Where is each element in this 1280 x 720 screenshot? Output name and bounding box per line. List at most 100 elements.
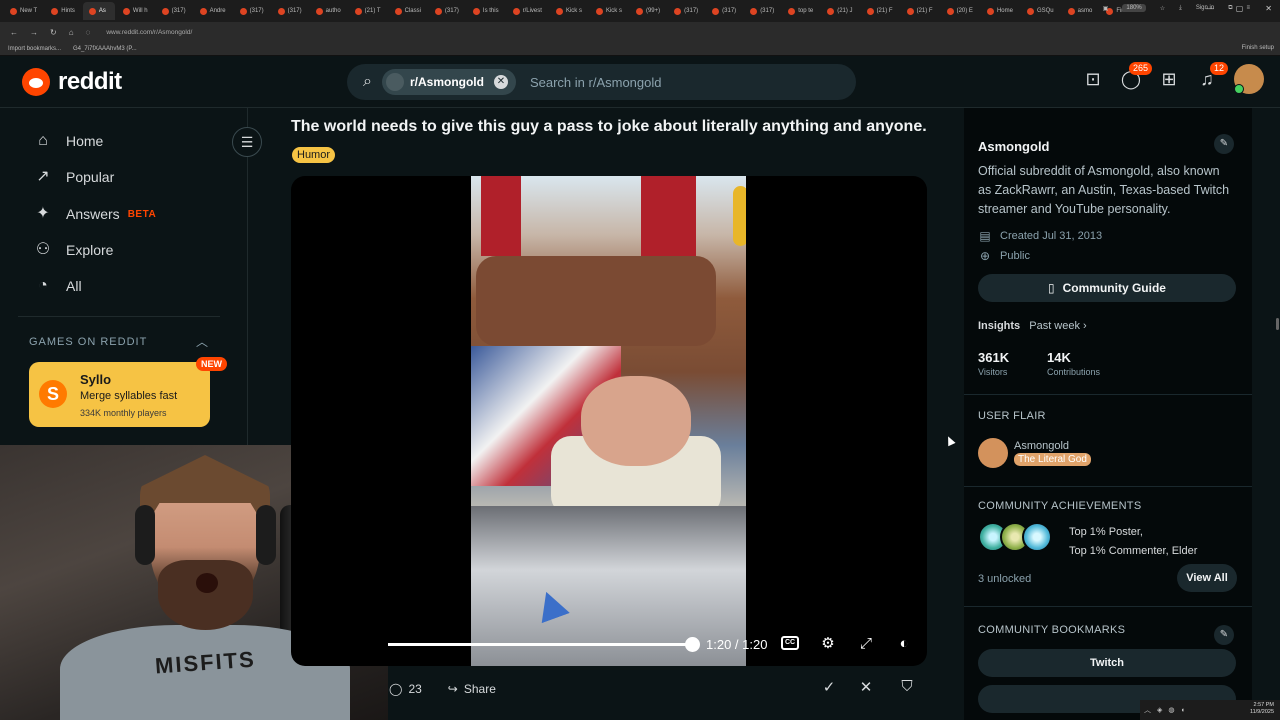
captions-icon[interactable]: CC — [781, 636, 799, 650]
visibility: ⊕ Public — [978, 249, 1030, 263]
home-browser-icon[interactable]: ⌂ — [69, 28, 74, 37]
browser-tab[interactable]: (21) F — [901, 2, 939, 20]
tab-favicon-icon — [88, 7, 96, 15]
achievement-icons[interactable] — [978, 522, 1052, 552]
community-guide-button[interactable]: ▯ Community Guide — [978, 274, 1236, 302]
speaker-icon[interactable]: ◖ — [1181, 707, 1185, 714]
browser-tab[interactable]: (21) T — [349, 2, 387, 20]
browser-tab[interactable]: (99+) — [630, 2, 666, 20]
finish-setup-button[interactable]: Finish setup — [1242, 45, 1274, 51]
browser-tab[interactable]: (317) — [234, 2, 270, 20]
browser-tab[interactable]: (317) — [706, 2, 742, 20]
browser-tab[interactable]: autho — [310, 2, 347, 20]
browser-tab[interactable]: Kick s — [590, 2, 628, 20]
browser-tab[interactable]: r/Livest — [507, 2, 548, 20]
mod-shield-icon[interactable]: ⛉ — [897, 678, 917, 695]
translate-icon[interactable]: ▣ — [1103, 5, 1109, 12]
flair-username[interactable]: Asmongold — [1014, 440, 1069, 452]
shield-icon[interactable]: ◌ — [86, 28, 91, 37]
browser-tab[interactable]: (317) — [744, 2, 780, 20]
bookmark-item[interactable]: G4_7i7fXAAAhvM3 (P... — [73, 46, 137, 52]
comments-button[interactable]: ◯ 23 — [389, 682, 422, 696]
sidebar-item-explore[interactable]: ⚇ Explore — [34, 241, 114, 259]
reload-icon[interactable]: ↻ — [50, 28, 57, 37]
view-all-button[interactable]: View All — [1177, 564, 1237, 592]
browser-tab[interactable]: asmo — [1062, 2, 1099, 20]
syllo-game-card[interactable]: S Syllo Merge syllables fast 334K monthl… — [29, 362, 210, 427]
browser-tab[interactable]: Andre — [194, 2, 232, 20]
community-description: Official subreddit of Asmongold, also kn… — [978, 164, 1230, 216]
close-window-icon[interactable]: ✕ — [1265, 4, 1272, 13]
chevron-up-icon[interactable]: ︿ — [196, 333, 208, 350]
back-icon[interactable]: ← — [10, 28, 18, 37]
browser-tab[interactable]: (21) F — [861, 2, 899, 20]
sign-in-button[interactable]: Sign in — [1196, 5, 1214, 11]
bookmark-item[interactable]: Import bookmarks... — [8, 46, 61, 52]
tray-chevron-icon[interactable]: ︿ — [1144, 705, 1151, 715]
download-icon[interactable]: ⤓ — [1179, 5, 1182, 12]
browser-tab[interactable]: (317) — [668, 2, 704, 20]
flair-tag[interactable]: The Literal God — [1014, 453, 1091, 466]
clear-chip-icon[interactable]: ✕ — [493, 75, 508, 89]
network-icon[interactable]: ◍ — [1168, 706, 1174, 714]
clock[interactable]: 2:57 PM 11/9/2025 — [1250, 702, 1274, 716]
menu-icon[interactable]: ≡ — [1246, 5, 1250, 11]
tab-favicon-icon — [635, 7, 643, 15]
browser-tab[interactable]: Will h — [117, 2, 154, 20]
collapse-sidebar-button[interactable]: ☰ — [232, 127, 262, 157]
sidebar-item-answers[interactable]: ✦ Answers BETA — [34, 205, 156, 223]
browser-tab[interactable]: Is this — [467, 2, 505, 20]
fullscreen-icon[interactable]: ⤢ — [855, 633, 877, 655]
zoom-level[interactable]: 180% — [1122, 4, 1146, 12]
post-flair[interactable]: Humor — [292, 147, 336, 163]
browser-tab[interactable]: (20) E — [941, 2, 979, 20]
remove-icon[interactable]: ✕ — [856, 678, 876, 696]
browser-tab[interactable]: New T — [4, 2, 43, 20]
bookmark-star-icon[interactable]: ☆ — [1160, 5, 1165, 12]
advertise-icon[interactable]: ⊡ — [1082, 68, 1104, 90]
games-section-header[interactable]: GAMES ON REDDIT — [29, 336, 147, 348]
browser-tab[interactable]: (21) J — [821, 2, 858, 20]
browser-tab[interactable]: Classi — [389, 2, 427, 20]
insights-row[interactable]: Insights Past week › — [978, 320, 1087, 332]
page-scrollbar[interactable] — [1276, 318, 1279, 330]
browser-tab[interactable]: Home — [981, 2, 1019, 20]
twitch-bookmark-button[interactable]: Twitch — [978, 649, 1236, 677]
notifications-icon[interactable]: ♫ 12 — [1196, 62, 1228, 90]
sidebar-item-home[interactable]: ⌂ Home — [34, 132, 103, 150]
edit-bookmarks-icon[interactable]: ✎ — [1214, 625, 1234, 645]
browser-tab[interactable]: top te — [782, 2, 819, 20]
subreddit-chip[interactable]: r/Asmongold ✕ — [381, 69, 516, 95]
browser-tab[interactable]: GSQu — [1021, 2, 1060, 20]
extensions-icon[interactable]: ⧉ — [1228, 5, 1232, 12]
sidebar-item-popular[interactable]: ↗ Popular — [34, 168, 114, 186]
sidebar-item-all[interactable]: ◔ All — [34, 277, 81, 295]
video-player[interactable]: 1:20 / 1:20 CC ⚙ ⤢ ◐ — [291, 176, 927, 666]
search-bar[interactable]: ⌕ r/Asmongold ✕ Search in r/Asmongold — [347, 64, 856, 100]
approve-icon[interactable]: ✓ — [819, 678, 839, 696]
browser-tab[interactable]: (317) — [429, 2, 465, 20]
browser-tab[interactable]: (317) — [156, 2, 192, 20]
volume-icon[interactable]: ◐ — [893, 633, 915, 655]
tab-label: top te — [798, 8, 814, 14]
browser-tab[interactable]: (317) — [272, 2, 308, 20]
video-time: 1:20 / 1:20 — [706, 637, 768, 652]
video-scrubber-handle[interactable] — [685, 637, 700, 652]
user-avatar[interactable] — [1234, 64, 1264, 94]
settings-gear-icon[interactable]: ⚙ — [817, 633, 839, 655]
share-button[interactable]: ↪ Share — [448, 682, 496, 696]
video-progress-bar[interactable] — [388, 643, 693, 646]
post-title[interactable]: The world needs to give this guy a pass … — [291, 118, 927, 136]
tray-app-icon[interactable]: ◈ — [1157, 706, 1162, 714]
reddit-logo-icon — [22, 68, 50, 96]
url-field[interactable]: www.reddit.com/r/Asmongold/ — [106, 29, 192, 36]
edit-icon[interactable]: ✎ — [1214, 134, 1234, 154]
search-input[interactable]: Search in r/Asmongold — [530, 75, 662, 90]
chat-icon[interactable]: ◯ 265 — [1120, 62, 1152, 90]
browser-tab[interactable]: Kick s — [550, 2, 588, 20]
browser-tab[interactable]: As — [82, 2, 115, 20]
forward-icon[interactable]: → — [30, 28, 38, 37]
create-post-icon[interactable]: ⊞ — [1158, 68, 1180, 90]
browser-tab[interactable]: Hints — [45, 2, 81, 20]
reddit-logo[interactable]: reddit — [22, 68, 122, 96]
